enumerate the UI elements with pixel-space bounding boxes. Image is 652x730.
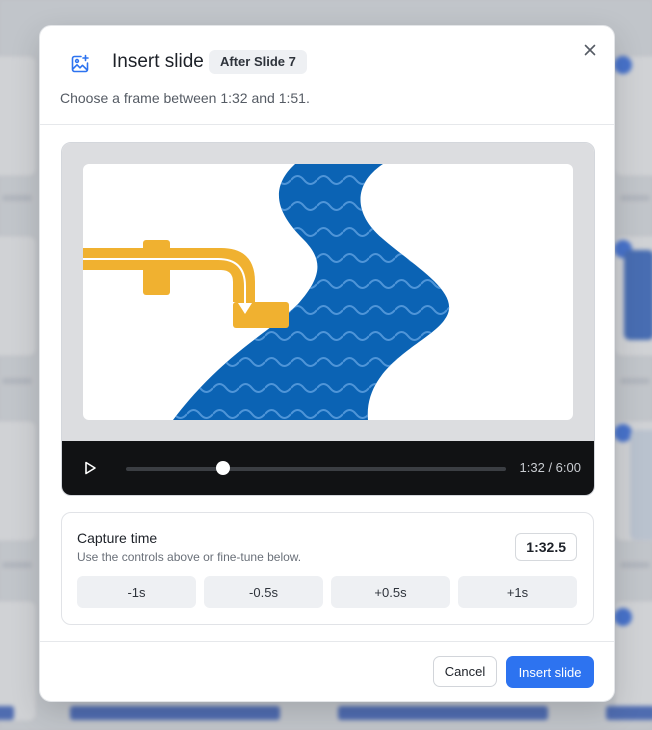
pipe-shape: [83, 240, 289, 328]
playback-controls: 1:32 / 6:00: [62, 441, 594, 495]
position-badge: After Slide 7: [209, 50, 307, 74]
capture-help-text: Use the controls above or fine-tune belo…: [77, 550, 302, 564]
capture-time-panel: Capture time Use the controls above or f…: [61, 512, 594, 625]
insert-slide-dialog: Insert slide After Slide 7 Choose a fram…: [39, 25, 615, 702]
dialog-subtitle: Choose a frame between 1:32 and 1:51.: [60, 90, 310, 106]
seek-handle[interactable]: [216, 461, 231, 475]
play-icon[interactable]: [82, 460, 98, 476]
time-display: 1:32 / 6:00: [519, 460, 581, 475]
close-icon[interactable]: [582, 42, 598, 58]
capture-time-value[interactable]: 1:32.5: [515, 533, 577, 561]
cancel-button[interactable]: Cancel: [433, 656, 497, 687]
divider: [40, 124, 614, 125]
seek-track[interactable]: [126, 467, 506, 471]
step-minus-half-second-button[interactable]: -0.5s: [204, 576, 323, 608]
step-plus-half-second-button[interactable]: +0.5s: [331, 576, 450, 608]
image-add-icon: [70, 54, 90, 74]
video-player: 1:32 / 6:00: [61, 142, 595, 496]
step-minus-1s-button[interactable]: -1s: [77, 576, 196, 608]
frame-illustration: [83, 164, 450, 420]
step-plus-1s-button[interactable]: +1s: [458, 576, 577, 608]
capture-title: Capture time: [77, 530, 158, 546]
video-frame: [83, 164, 573, 420]
video-stage: [62, 143, 594, 441]
insert-slide-button[interactable]: Insert slide: [506, 656, 594, 688]
divider: [40, 641, 614, 642]
dialog-title: Insert slide: [112, 51, 204, 72]
